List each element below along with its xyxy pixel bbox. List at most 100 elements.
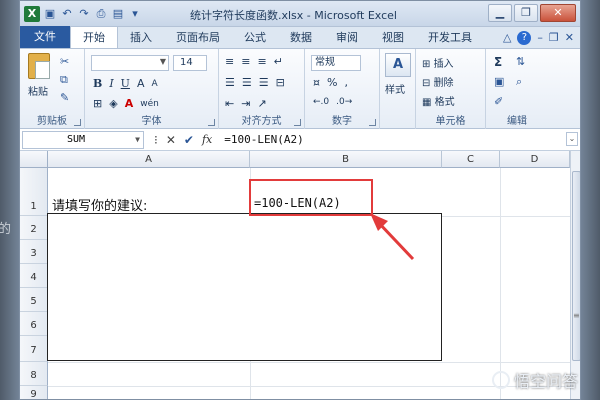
clipboard-launcher-icon[interactable]	[74, 119, 81, 126]
copy-icon[interactable]: ⧉	[60, 73, 68, 87]
formula-input[interactable]: =100-LEN(A2)	[224, 133, 303, 146]
ribbon: 粘贴 ✂ ⧉ ✎ 剪贴板 ▼ 14 B I U A A ⊞ ◈ A wén 字体	[20, 49, 580, 129]
increase-indent-icon[interactable]: ⇥	[241, 97, 250, 110]
align-right-icon[interactable]: ☰	[259, 76, 269, 89]
align-top-row: ≡ ≡ ≡ ↵	[225, 55, 283, 68]
arrow-shaft	[375, 219, 415, 261]
scrollbar-thumb[interactable]	[572, 171, 580, 361]
number-format-row: ¤ % ,	[313, 76, 348, 89]
tab-page-layout[interactable]: 页面布局	[164, 28, 232, 48]
increase-decimal-icon[interactable]: ←.0	[313, 97, 329, 107]
orientation-icon[interactable]: ↗	[257, 97, 266, 110]
tab-home[interactable]: 开始	[70, 26, 118, 48]
comma-button[interactable]: ,	[344, 76, 348, 89]
paste-icon[interactable]	[28, 53, 50, 79]
fill-icon[interactable]: ▣	[494, 75, 504, 88]
align-middle-icon[interactable]: ≡	[241, 55, 250, 68]
font-color-button[interactable]: A	[125, 97, 134, 110]
bold-button[interactable]: B	[93, 77, 102, 90]
chevron-down-icon: ▼	[135, 134, 140, 144]
tab-right-controls: △ ? – ❐ ✕	[503, 31, 574, 45]
minimize-button[interactable]: ▁	[488, 4, 512, 22]
title-bar: X ▣ ↶ ↷ ⎙ ▤ ▾ 统计字符长度函数.xlsx - Microsoft …	[20, 1, 580, 27]
align-center-icon[interactable]: ☰	[242, 76, 252, 89]
format-cells-button[interactable]: ▦ 格式	[422, 93, 455, 108]
delete-cells-icon: ⊟	[422, 78, 434, 89]
cancel-icon[interactable]: ✕	[166, 133, 176, 147]
watermark: 悟空问答	[491, 368, 578, 392]
merge-center-icon[interactable]: ⊟	[276, 76, 285, 89]
expand-formula-icon[interactable]: ⌄	[566, 132, 578, 146]
styles-icon[interactable]	[385, 53, 411, 77]
cut-icon[interactable]: ✂	[60, 55, 69, 68]
close-button[interactable]: ✕	[540, 4, 576, 22]
font-size-box[interactable]: 14	[173, 55, 207, 71]
print-icon[interactable]: ⎙	[94, 7, 108, 21]
decrease-decimal-icon[interactable]: .0→	[336, 97, 352, 107]
decrease-indent-icon[interactable]: ⇤	[225, 97, 234, 110]
formula-options-icon[interactable]: ⁝	[154, 133, 158, 147]
insert-function-icon[interactable]: fx	[202, 133, 212, 146]
underline-button[interactable]: U	[121, 77, 130, 90]
help-icon[interactable]: ?	[517, 31, 532, 45]
ribbon-collapse-icon[interactable]: △	[503, 31, 511, 45]
enter-icon[interactable]: ✔	[184, 133, 194, 147]
grow-font-button[interactable]: A	[137, 77, 145, 90]
find-icon[interactable]: ⌕	[516, 75, 522, 89]
spreadsheet-grid: A B C D 1 2 3 4 5 6 7 8 9 请填写你的建议: =100-…	[20, 151, 580, 399]
delete-cells-button[interactable]: ⊟ 删除	[422, 74, 454, 89]
number-format-box[interactable]: 常规	[311, 55, 361, 71]
editing-group-label: 编辑	[507, 116, 527, 127]
font-format-row: B I U A A	[93, 77, 158, 90]
tab-view[interactable]: 视图	[370, 28, 416, 48]
paste-label[interactable]: 粘贴	[28, 83, 48, 98]
borders-icon[interactable]: ⊞	[93, 97, 102, 110]
background-ghost-text: 的	[0, 222, 12, 237]
fill-color-icon[interactable]: ◈	[109, 97, 117, 110]
tab-data[interactable]: 数据	[278, 28, 324, 48]
watermark-text: 悟空问答	[513, 372, 578, 391]
tab-formulas[interactable]: 公式	[232, 28, 278, 48]
italic-button[interactable]: I	[109, 77, 113, 90]
styles-label[interactable]: 样式	[385, 81, 405, 96]
tab-insert[interactable]: 插入	[118, 28, 164, 48]
doc-close-icon[interactable]: ✕	[565, 31, 574, 45]
autosum-button[interactable]: Σ	[494, 55, 502, 69]
insert-cells-button[interactable]: ⊞ 插入	[422, 55, 454, 70]
align-left-icon[interactable]: ☰	[225, 76, 235, 89]
redo-icon[interactable]: ↷	[77, 7, 91, 21]
phonetic-button[interactable]: wén	[140, 99, 159, 109]
quick-access-toolbar: X ▣ ↶ ↷ ⎙ ▤ ▾	[20, 5, 142, 22]
font-launcher-icon[interactable]	[208, 119, 215, 126]
formula-bar: SUM ▼ ⁝ ✕ ✔ fx =100-LEN(A2) ⌄	[20, 129, 580, 151]
font-name-box[interactable]: ▼	[91, 55, 169, 71]
name-box[interactable]: SUM ▼	[22, 130, 144, 149]
sort-filter-icon[interactable]: ⇅	[516, 55, 525, 68]
clear-icon[interactable]: ✐	[494, 95, 503, 108]
align-top-icon[interactable]: ≡	[225, 55, 234, 68]
maximize-button[interactable]: ❐	[514, 4, 538, 22]
currency-icon[interactable]: ¤	[313, 76, 320, 89]
alignment-launcher-icon[interactable]	[294, 119, 301, 126]
align-bottom-icon[interactable]: ≡	[257, 55, 266, 68]
excel-window: X ▣ ↶ ↷ ⎙ ▤ ▾ 统计字符长度函数.xlsx - Microsoft …	[19, 0, 581, 400]
save-icon[interactable]: ▣	[43, 7, 57, 21]
tab-file[interactable]: 文件	[20, 26, 70, 48]
doc-minimize-icon[interactable]: –	[537, 31, 543, 45]
wrap-text-icon[interactable]: ↵	[274, 55, 283, 68]
customize-toolbar-icon[interactable]: ▾	[128, 7, 142, 21]
preview-icon[interactable]: ▤	[111, 7, 125, 21]
tab-review[interactable]: 审阅	[324, 28, 370, 48]
percent-button[interactable]: %	[327, 76, 337, 89]
font-style-row: ⊞ ◈ A wén	[93, 97, 159, 110]
name-box-value: SUM	[67, 133, 86, 145]
number-group-label: 数字	[332, 116, 352, 127]
vertical-scrollbar[interactable]: ≡	[570, 151, 580, 399]
styles-group: 样式	[380, 49, 416, 129]
shrink-font-button[interactable]: A	[151, 79, 157, 89]
tab-developer[interactable]: 开发工具	[416, 28, 484, 48]
number-launcher-icon[interactable]	[369, 119, 376, 126]
doc-restore-icon[interactable]: ❐	[549, 31, 559, 45]
undo-icon[interactable]: ↶	[60, 7, 74, 21]
format-painter-icon[interactable]: ✎	[60, 91, 69, 104]
